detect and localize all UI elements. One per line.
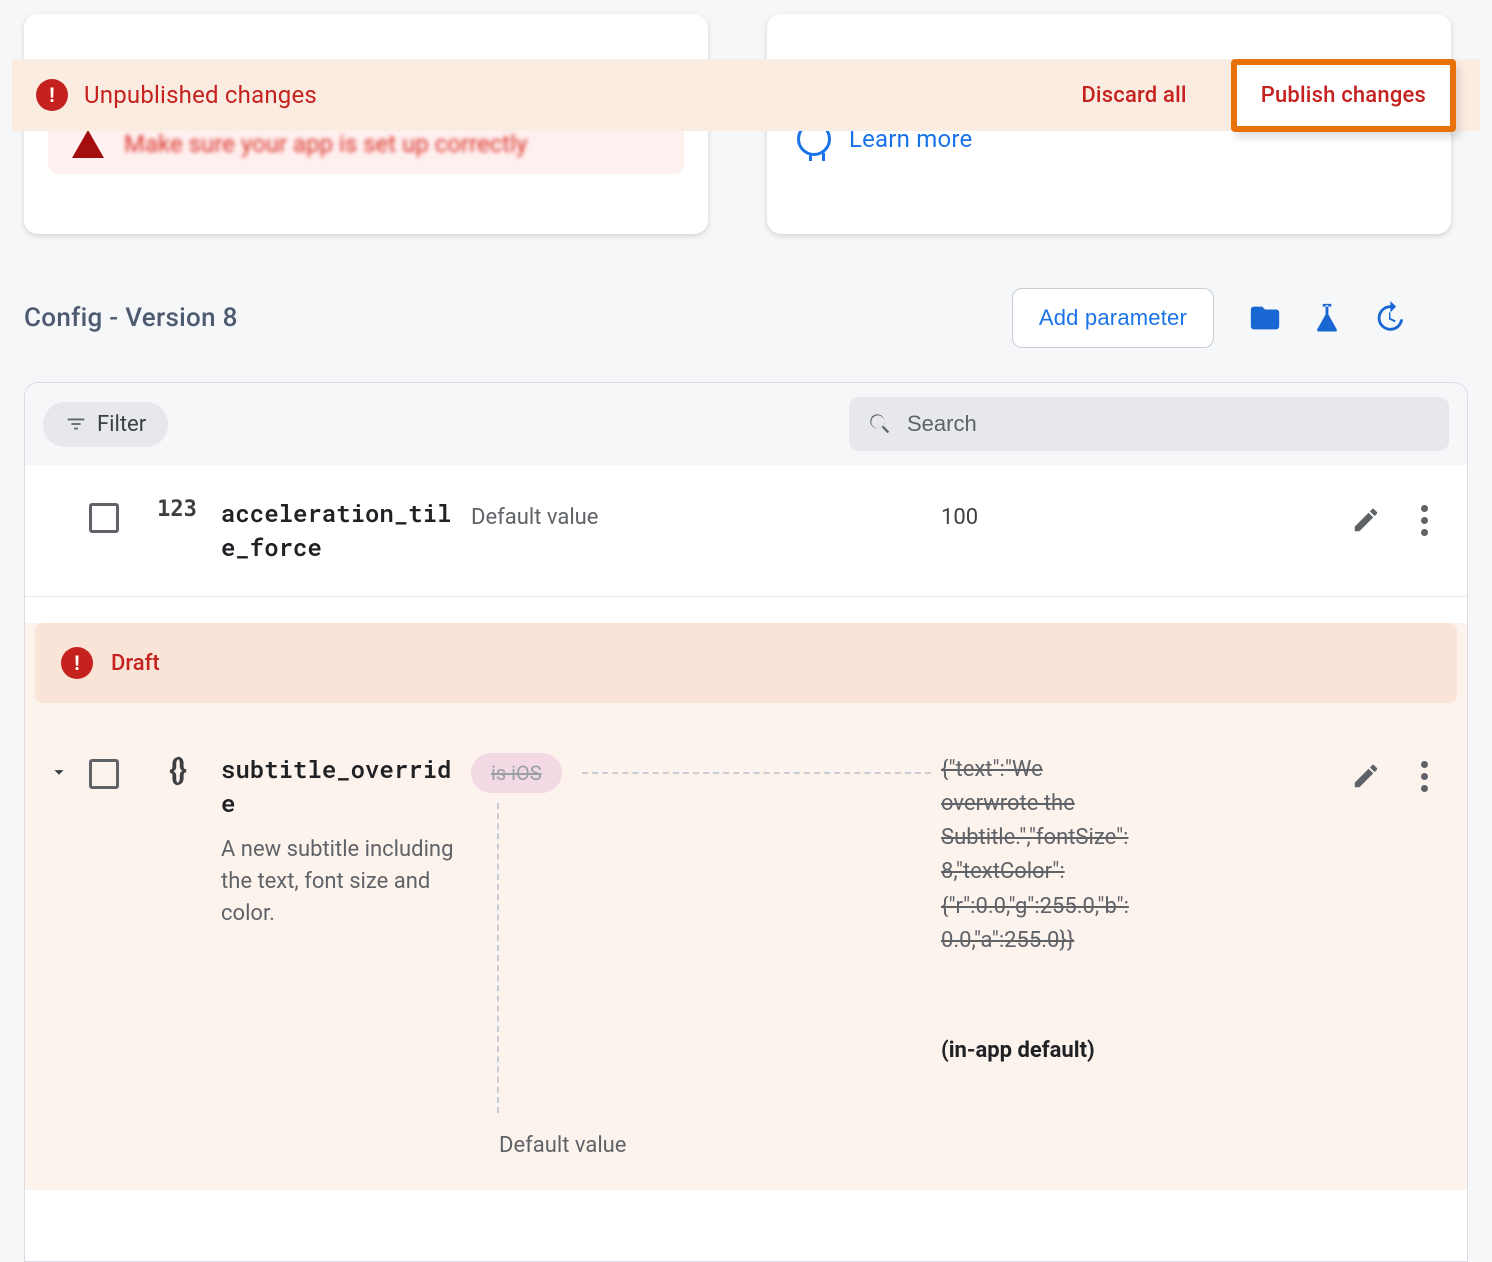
draft-block: ! Draft {} subtitle_override A new subti… — [25, 623, 1467, 1190]
folder-icon[interactable] — [1248, 301, 1282, 335]
add-parameter-button[interactable]: Add parameter — [1012, 288, 1214, 348]
search-input[interactable] — [907, 411, 1431, 437]
config-header: Config - Version 8 Add parameter — [24, 288, 1468, 348]
type-icon: 123 — [147, 497, 207, 522]
param-row[interactable]: 123 acceleration_tile_force Default valu… — [25, 465, 1467, 597]
publish-highlight: Publish changes — [1231, 59, 1456, 132]
type-icon: {} — [147, 753, 207, 788]
filter-label: Filter — [97, 412, 146, 437]
filter-chip[interactable]: Filter — [43, 402, 168, 447]
draft-banner: ! Draft — [35, 623, 1457, 703]
experiments-icon[interactable] — [1310, 301, 1344, 335]
chevron-down-icon — [48, 761, 70, 783]
discard-button[interactable]: Discard all — [1063, 73, 1204, 118]
draft-label: Draft — [111, 651, 160, 676]
filter-bar: Filter — [25, 383, 1467, 465]
strike-value: {"text":"We overwrote the Subtitle.","fo… — [941, 753, 1131, 958]
publish-button[interactable]: Publish changes — [1251, 75, 1436, 116]
value-column: {"text":"We overwrote the Subtitle.","fo… — [941, 753, 1351, 1063]
edit-icon[interactable] — [1351, 761, 1381, 791]
row-more-icon[interactable] — [1407, 503, 1441, 537]
unpublished-banner: ! Unpublished changes Discard all Publis… — [12, 59, 1480, 131]
param-description: A new subtitle including the text, font … — [221, 834, 461, 930]
condition-label: Default value — [471, 505, 941, 530]
banner-title: Unpublished changes — [84, 81, 317, 109]
draft-error-icon: ! — [61, 647, 93, 679]
error-icon: ! — [36, 79, 68, 111]
condition-pill: is iOS — [471, 753, 562, 793]
more-icon[interactable] — [1434, 301, 1468, 335]
default-label: Default value — [499, 1133, 941, 1158]
param-draft-row[interactable]: {} subtitle_override A new subtitle incl… — [25, 721, 1467, 1190]
filter-icon — [65, 413, 87, 435]
param-value: 100 — [941, 505, 1351, 530]
warning-icon — [72, 130, 104, 158]
row-more-icon[interactable] — [1407, 759, 1441, 793]
row-checkbox[interactable] — [89, 759, 119, 789]
param-name: acceleration_tile_force — [221, 497, 461, 564]
setup-warning-text: Make sure your app is set up correctly — [124, 130, 527, 158]
history-icon[interactable] — [1372, 301, 1406, 335]
params-grid: Filter 123 acceleration_tile_force Defau… — [24, 382, 1468, 1262]
edit-icon[interactable] — [1351, 505, 1381, 535]
search-box[interactable] — [849, 397, 1449, 451]
condition-column: is iOS Default value — [461, 753, 941, 1158]
row-checkbox[interactable] — [89, 503, 119, 533]
config-title: Config - Version 8 — [24, 303, 238, 333]
search-icon — [867, 411, 893, 437]
collapse-toggle[interactable] — [43, 761, 75, 783]
default-value: (in-app default) — [941, 1038, 1351, 1063]
param-name: subtitle_override A new subtitle includi… — [221, 753, 461, 930]
